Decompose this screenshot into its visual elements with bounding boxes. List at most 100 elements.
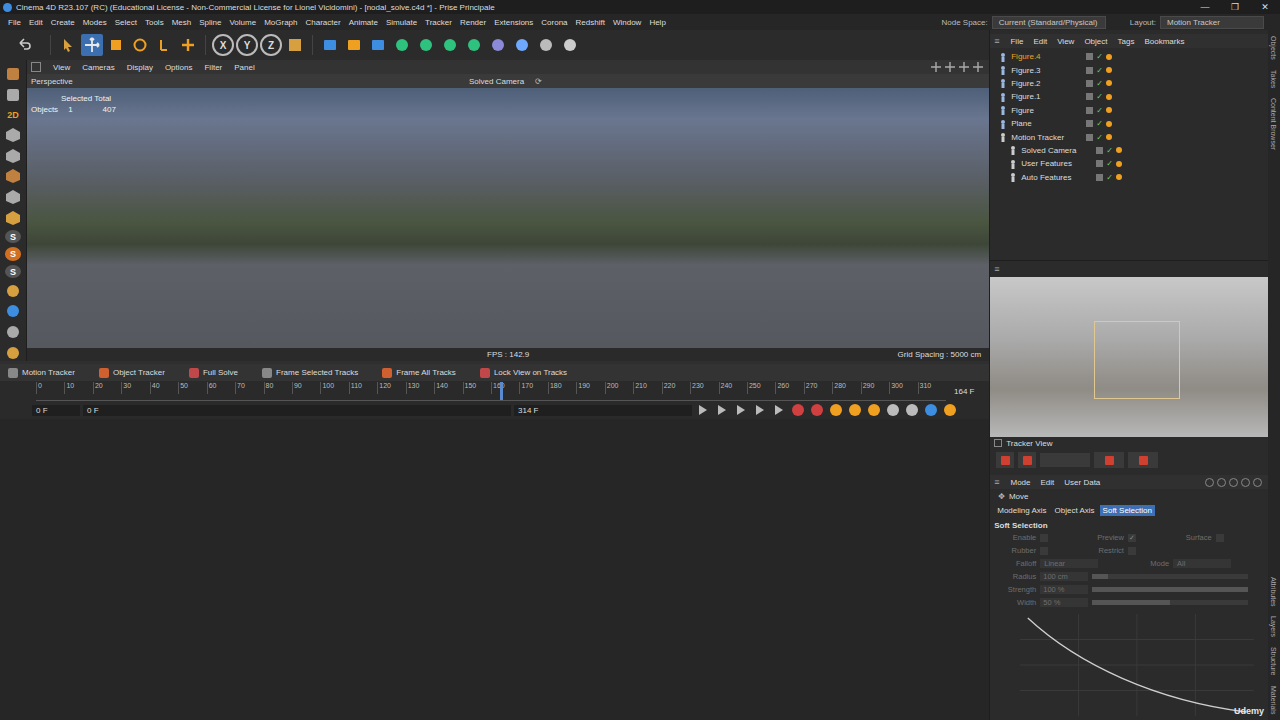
2d-mode-button[interactable]: 2D (3, 107, 23, 122)
menu-item[interactable]: Spline (195, 18, 225, 27)
panel-menu-icon[interactable]: ≡ (994, 477, 999, 487)
coordinate-system-button[interactable] (284, 34, 306, 56)
menu-item[interactable]: MoGraph (260, 18, 301, 27)
object-row[interactable]: Figure.3✓ (990, 63, 1268, 76)
tracker-tool-button[interactable] (996, 452, 1014, 468)
transport-button[interactable] (942, 402, 958, 418)
menu-item[interactable]: Select (111, 18, 141, 27)
tool-button[interactable] (129, 34, 151, 56)
menu-item[interactable]: Help (645, 18, 669, 27)
tracker-view-checkbox[interactable] (994, 439, 1002, 447)
menu-item[interactable]: Character (302, 18, 345, 27)
checkbox-field[interactable]: Enable (996, 532, 1084, 543)
side-tab[interactable]: Content Browser (1270, 98, 1277, 150)
layer-box[interactable] (1086, 80, 1093, 87)
enabled-check-icon[interactable]: ✓ (1106, 173, 1113, 182)
preview-start-field[interactable]: 0 F (83, 405, 511, 416)
navigate-icon[interactable] (973, 62, 983, 72)
menu-item[interactable]: Simulate (382, 18, 421, 27)
object-menu-item[interactable]: Edit (1028, 37, 1052, 46)
end-frame-field[interactable]: 314 F (514, 405, 692, 416)
side-tab[interactable]: Takes (1270, 70, 1277, 88)
object-row[interactable]: Figure.4✓ (990, 50, 1268, 63)
nav-button-icon[interactable] (1217, 478, 1226, 487)
palette-button[interactable] (3, 189, 23, 206)
transport-button[interactable] (904, 402, 920, 418)
transport-button[interactable] (771, 402, 787, 418)
toolbar-button[interactable] (439, 34, 461, 56)
menu-item[interactable]: Modes (79, 18, 111, 27)
tool-button[interactable] (57, 34, 79, 56)
attribute-tab[interactable]: Object Axis (1052, 505, 1098, 516)
navigate-icon[interactable] (945, 62, 955, 72)
attribute-tab[interactable]: Soft Selection (1100, 505, 1155, 516)
slider-field[interactable]: Width50 % (996, 597, 1262, 608)
object-row[interactable]: Figure.1✓ (990, 90, 1268, 103)
select-field[interactable]: ModeAll (1129, 558, 1262, 569)
enabled-check-icon[interactable]: ✓ (1096, 79, 1103, 88)
layout-select[interactable]: Motion Tracker (1160, 16, 1264, 29)
checkbox-field[interactable]: Preview✓ (1084, 532, 1172, 543)
active-camera[interactable]: Solved Camera (469, 77, 524, 86)
menu-item[interactable]: Corona (537, 18, 571, 27)
layer-box[interactable] (1086, 53, 1093, 60)
tracker-button[interactable]: Object Tracker (99, 368, 175, 378)
transport-button[interactable] (695, 402, 711, 418)
object-row[interactable]: Solved Camera✓ (990, 144, 1268, 157)
side-tab[interactable]: Objects (1270, 36, 1277, 60)
checkbox[interactable] (1128, 547, 1136, 555)
enabled-check-icon[interactable]: ✓ (1096, 133, 1103, 142)
transport-button[interactable] (752, 402, 768, 418)
palette-button[interactable] (3, 87, 23, 104)
layer-box[interactable] (1086, 120, 1093, 127)
attributes-menu-item[interactable]: User Data (1059, 478, 1105, 487)
transport-button[interactable] (714, 402, 730, 418)
checkbox[interactable] (1040, 547, 1048, 555)
toolbar-button[interactable] (487, 34, 509, 56)
tracker-button[interactable]: Motion Tracker (8, 368, 85, 378)
nav-button-icon[interactable] (1241, 478, 1250, 487)
node-space-select[interactable]: Current (Standard/Physical) (992, 16, 1106, 29)
window-control-button[interactable]: ✕ (1250, 2, 1280, 12)
viewport-scene[interactable]: Selected TotalObjects1407 (27, 88, 989, 348)
tracker-tool-button[interactable] (1018, 452, 1036, 468)
palette-button[interactable] (3, 147, 23, 164)
transport-button[interactable] (828, 402, 844, 418)
side-tab[interactable]: Structure (1270, 647, 1277, 675)
transport-button[interactable] (866, 402, 882, 418)
nav-button-icon[interactable] (1205, 478, 1214, 487)
side-tab[interactable]: Materials (1270, 686, 1277, 714)
window-control-button[interactable]: — (1190, 2, 1220, 12)
timeline-ruler[interactable]: 0102030405060708090100110120130140150160… (36, 382, 946, 401)
slider-track[interactable] (1092, 574, 1248, 579)
tool-button[interactable] (81, 34, 103, 56)
enabled-check-icon[interactable]: ✓ (1096, 106, 1103, 115)
tracker-button[interactable]: Full Solve (189, 368, 248, 378)
layer-box[interactable] (1086, 67, 1093, 74)
tracker-button[interactable]: Frame Selected Tracks (262, 368, 368, 378)
attributes-menu-item[interactable]: Edit (1036, 478, 1060, 487)
object-row[interactable]: User Features✓ (990, 157, 1268, 170)
palette-button[interactable] (3, 209, 23, 226)
viewport-menu-item[interactable]: Filter (198, 63, 228, 72)
object-menu-item[interactable]: View (1052, 37, 1079, 46)
snap-button[interactable]: S (5, 265, 21, 278)
object-menu-item[interactable]: Bookmarks (1139, 37, 1189, 46)
snap-button[interactable]: S (5, 230, 21, 243)
checkbox-field[interactable]: Restrict (1084, 545, 1172, 556)
slider-field[interactable]: Radius100 cm (996, 571, 1262, 582)
palette-button[interactable] (3, 126, 23, 143)
menu-item[interactable]: Volume (225, 18, 260, 27)
axis-lock-button[interactable]: Y (236, 34, 258, 56)
select-box[interactable]: All (1173, 559, 1231, 568)
checkbox[interactable] (1040, 534, 1048, 542)
navigate-icon[interactable] (931, 62, 941, 72)
side-tab[interactable]: Attributes (1270, 577, 1277, 607)
attribute-tab[interactable]: Modeling Axis (994, 505, 1049, 516)
menu-item[interactable]: Render (456, 18, 490, 27)
layer-box[interactable] (1096, 174, 1103, 181)
tracker-button[interactable]: Frame All Tracks (382, 368, 466, 378)
enabled-check-icon[interactable]: ✓ (1106, 146, 1113, 155)
layer-box[interactable] (1096, 147, 1103, 154)
menu-item[interactable]: Mesh (168, 18, 196, 27)
